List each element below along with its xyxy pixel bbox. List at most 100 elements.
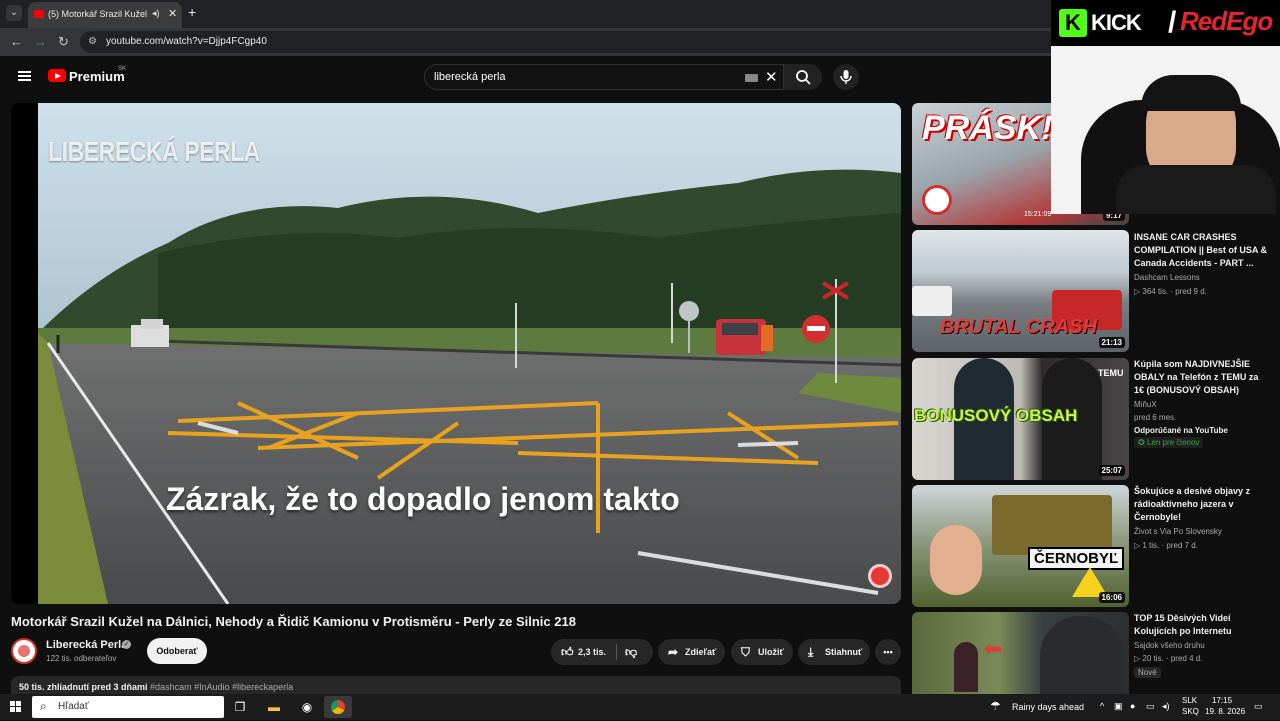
recommendation-title[interactable]: TOP 15 Děsivých Videí Kolujících po Inte… <box>1134 612 1270 638</box>
download-icon: ⤓ <box>808 645 814 659</box>
weather-icon[interactable]: ☂ <box>990 699 1001 713</box>
recommended-label: Odporúčané na YouTube <box>1134 426 1228 435</box>
dislike-icon[interactable]: 👎︎ <box>625 639 637 665</box>
avatar[interactable] <box>11 638 37 664</box>
hashtags[interactable]: #dashcam #InAudio #libereckaperla <box>150 682 293 692</box>
microphone-icon[interactable]: ● <box>1130 701 1135 711</box>
more-actions-button[interactable]: ••• <box>875 639 901 665</box>
clock-date[interactable]: 19. 8. 2026 <box>1205 707 1245 716</box>
share-button[interactable]: ➦ Zdieľať <box>658 639 725 665</box>
more-icon: ••• <box>883 647 893 657</box>
share-icon: ➦ <box>668 645 679 659</box>
search-input[interactable]: liberecká perla ✕ <box>424 64 784 90</box>
clock-time[interactable]: 17:15 <box>1212 696 1232 705</box>
views-and-date: 50 tis. zhliadnutí pred 3 dňami <box>19 682 148 692</box>
recommendation-channel[interactable]: MiňuX <box>1134 400 1157 409</box>
recommendation-thumbnail[interactable]: BRUTAL CRASH 21:13 <box>912 230 1129 352</box>
site-info-icon[interactable]: ⚙ <box>88 36 97 47</box>
upload-age: pred 9 d. <box>1175 287 1207 296</box>
youtube-logo-icon[interactable] <box>48 69 66 82</box>
address-bar[interactable]: ⚙ youtube.com/watch?v=Djjp4FCgp40 <box>80 31 1080 53</box>
download-button[interactable]: ⤓ Stiahnuť <box>798 639 870 665</box>
new-tab-icon[interactable]: + <box>188 4 196 20</box>
video-subtitle: Zázrak, že to dopadlo jenom takto <box>166 481 680 517</box>
recommendation-channel[interactable]: Život s Via Po Slovensky <box>1134 527 1222 536</box>
thumbnail-timestamp: 15:21:09 <box>1024 211 1052 218</box>
recommendation-meta: ▷ 364 tis. · pred 9 d. <box>1134 287 1207 296</box>
download-label: Stiahnuť <box>825 647 863 657</box>
tray-chevron-icon[interactable]: ^ <box>1100 701 1104 711</box>
menu-icon[interactable] <box>18 71 31 81</box>
thumbnail-text: PRÁSK! <box>922 109 1053 147</box>
recommendation-meta: ▷ 1 tis. · pred 7 d. <box>1134 541 1198 550</box>
description-box[interactable]: 50 tis. zhliadnutí pred 3 dňami #dashcam… <box>11 676 901 696</box>
forward-arrow-icon[interactable]: → <box>34 34 47 49</box>
language-primary[interactable]: SLK <box>1182 696 1197 705</box>
search-query: liberecká perla <box>434 71 506 83</box>
recommendation-title[interactable]: Šokujúce a desivé objavy z rádioaktívneh… <box>1134 485 1270 524</box>
volume-icon[interactable]: ◂) <box>1162 701 1170 712</box>
search-button[interactable] <box>784 64 822 90</box>
branding-separator: / <box>1168 6 1177 39</box>
recommendation-channel[interactable]: Sajdok všeho druhu <box>1134 641 1205 650</box>
voice-search-button[interactable] <box>833 64 859 90</box>
divider <box>616 644 617 660</box>
save-button[interactable]: ⛉ Uložiť <box>731 639 793 665</box>
task-view-icon[interactable]: ❐ <box>226 696 254 718</box>
subscribe-button[interactable]: Odoberať <box>147 638 207 664</box>
taskbar-search-input[interactable]: ⌕ Hľadať <box>32 696 224 718</box>
upload-age: pred 6 mes. <box>1134 413 1177 422</box>
recommendation-title[interactable]: INSANE CAR CRASHES COMPILATION || Best o… <box>1134 231 1270 270</box>
tab-close-icon[interactable]: ✕ <box>168 7 177 20</box>
recommendation-thumbnail[interactable]: ⬅ <box>912 612 1129 694</box>
chrome-icon[interactable] <box>324 696 352 718</box>
speaker-icon[interactable]: ◂) <box>152 8 160 19</box>
search-icon: ⌕ <box>40 699 47 713</box>
recommendation-title[interactable]: Kúpila som NAJDIVNEJŠIE OBALY na Telefón… <box>1134 358 1270 397</box>
red-arrow-icon: ⬅ <box>984 636 1003 661</box>
view-count: 20 tis. <box>1142 654 1164 663</box>
recommendation-thumbnail[interactable]: ČERNOBYĽ 16:06 <box>912 485 1129 607</box>
upload-age: pred 4 d. <box>1170 654 1203 663</box>
tab-title: (5) Motorkář Srazil Kužel na Dálnici <box>48 9 148 19</box>
recommendation-thumbnail[interactable]: BONUSOVÝ OBSAH TEMU 25:07 <box>912 358 1129 480</box>
video-player[interactable]: LIBERECKÁ PERLA Zázrak, že to dopadlo je… <box>11 103 901 604</box>
file-explorer-icon[interactable]: ▬ <box>260 696 288 718</box>
webcam-cap <box>1141 75 1241 111</box>
windows-start-icon[interactable] <box>10 701 22 713</box>
obs-icon[interactable]: ◉ <box>293 696 321 718</box>
webcam-shirt <box>1116 165 1276 214</box>
no-symbol-icon <box>922 185 952 215</box>
browser-tab-active[interactable]: (5) Motorkář Srazil Kužel na Dálnici ◂) … <box>28 2 182 28</box>
members-only-label: Len pre členov <box>1146 438 1200 447</box>
like-dislike-group: 👍︎ 2,3 tis. 👎︎ <box>551 639 653 665</box>
weather-text[interactable]: Rainy days ahead <box>1012 702 1084 712</box>
recommendation-channel[interactable]: Dashcam Lessons <box>1134 273 1200 282</box>
language-secondary[interactable]: SKQ <box>1182 707 1199 716</box>
stream-branding: K KICK / RedEgo <box>1051 0 1280 46</box>
clear-search-icon[interactable]: ✕ <box>765 68 778 86</box>
tray-app-icon[interactable]: ▣ <box>1114 701 1123 712</box>
like-icon[interactable]: 👍︎ <box>561 639 574 665</box>
channel-watermark-icon[interactable] <box>868 564 892 588</box>
youtube-premium-label[interactable]: Premium <box>69 69 125 84</box>
country-code: SK <box>118 66 127 72</box>
like-count[interactable]: 2,3 tis. <box>578 639 606 665</box>
kick-wordmark: KICK <box>1091 10 1142 35</box>
search-icon <box>796 70 811 85</box>
thumbnail-car <box>912 286 952 316</box>
keyboard-icon[interactable] <box>745 74 758 82</box>
windows-taskbar: ⌕ Hľadať ❐ ▬ ◉ ☂ Rainy days ahead ^ ▣ ● … <box>0 694 1280 720</box>
notification-icon[interactable]: ▭ <box>1254 701 1263 712</box>
network-icon[interactable]: ▭ <box>1146 701 1155 712</box>
tab-search-icon[interactable]: ⌄ <box>6 5 22 21</box>
verified-check-icon: ✓ <box>122 640 131 649</box>
channel-name[interactable]: Liberecká Perla <box>46 639 127 651</box>
duration-badge: 16:06 <box>1098 592 1125 603</box>
thumbnail-text: BRUTAL CRASH <box>940 316 1097 339</box>
back-arrow-icon[interactable]: ← <box>10 34 23 49</box>
thumbnail-text: BONUSOVÝ OBSAH <box>914 406 1078 425</box>
reload-icon[interactable]: ↻ <box>58 34 69 50</box>
members-only-badge: ✪ Len pre členov <box>1134 437 1204 448</box>
bookmark-icon: ⛉ <box>741 645 751 659</box>
